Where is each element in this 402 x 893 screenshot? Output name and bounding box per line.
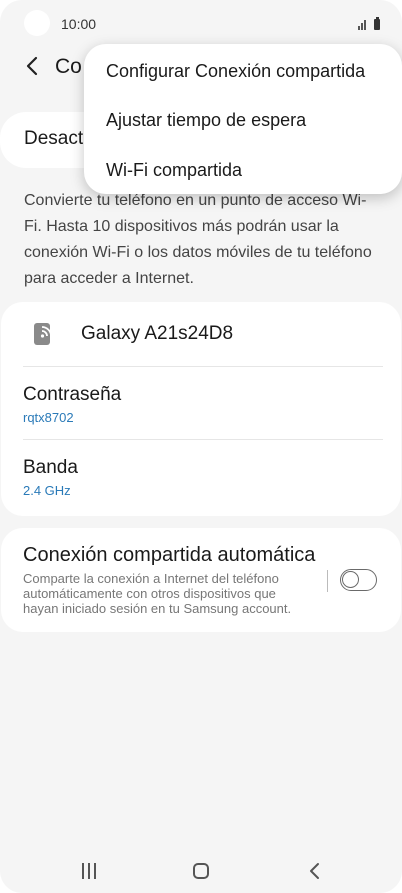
menu-item-label: Ajustar tiempo de espera xyxy=(106,110,307,130)
hotspot-name: Galaxy A21s24D8 xyxy=(81,323,234,344)
status-icons xyxy=(350,16,380,30)
overflow-menu: Configurar Conexión compartida Ajustar t… xyxy=(84,44,402,194)
signal-icon xyxy=(364,20,366,30)
hotspot-name-row[interactable]: Galaxy A21s24D8 xyxy=(1,302,401,366)
phone-screen: 10:00 Co Desact Convierte tu teléfono en… xyxy=(0,0,402,893)
menu-item-label: Configurar Conexión compartida xyxy=(106,61,366,81)
recents-icon[interactable] xyxy=(81,863,99,879)
hotspot-description: Convierte tu teléfono en un punto de acc… xyxy=(24,192,372,287)
band-value: 2.4 GHz xyxy=(23,483,71,498)
password-label: Contraseña xyxy=(23,384,122,405)
password-row[interactable]: Contraseña rqtx8702 xyxy=(1,368,401,440)
mobile-hotspot-icon xyxy=(34,323,52,345)
band-row[interactable]: Banda 2.4 GHz xyxy=(1,441,401,513)
auto-hotspot-description: Comparte la conexión a Internet del telé… xyxy=(23,571,292,616)
front-camera-cutout xyxy=(24,10,50,36)
signal-icon xyxy=(361,23,363,30)
auto-hotspot-title: Conexión compartida automática xyxy=(23,544,316,566)
menu-item-label: Wi-Fi compartida xyxy=(106,160,243,180)
page-title: Co xyxy=(55,55,82,78)
network-settings-card: Galaxy A21s24D8 Contraseña rqtx8702 Band… xyxy=(1,302,401,516)
vertical-divider xyxy=(327,570,328,592)
nav-back-icon[interactable] xyxy=(308,862,322,880)
menu-item-wifi-sharing[interactable]: Wi-Fi compartida xyxy=(84,146,402,196)
menu-item-timeout[interactable]: Ajustar tiempo de espera xyxy=(84,96,402,146)
status-time: 10:00 xyxy=(61,16,97,32)
switch-knob xyxy=(342,571,359,588)
home-icon[interactable] xyxy=(193,863,209,879)
divider xyxy=(23,439,383,440)
master-switch-label: Desact xyxy=(24,128,84,149)
auto-hotspot-switch[interactable] xyxy=(340,569,377,591)
status-bar: 10:00 xyxy=(0,0,402,48)
signal-icon xyxy=(358,26,360,30)
password-value: rqtx8702 xyxy=(23,410,74,425)
band-label: Banda xyxy=(23,457,78,478)
chevron-left-icon[interactable] xyxy=(22,53,44,79)
navigation-bar xyxy=(0,848,402,893)
divider xyxy=(23,366,383,367)
menu-item-configure-hotspot[interactable]: Configurar Conexión compartida xyxy=(84,47,402,97)
battery-icon xyxy=(374,17,380,30)
auto-hotspot-card[interactable]: Conexión compartida automática Comparte … xyxy=(1,528,401,632)
